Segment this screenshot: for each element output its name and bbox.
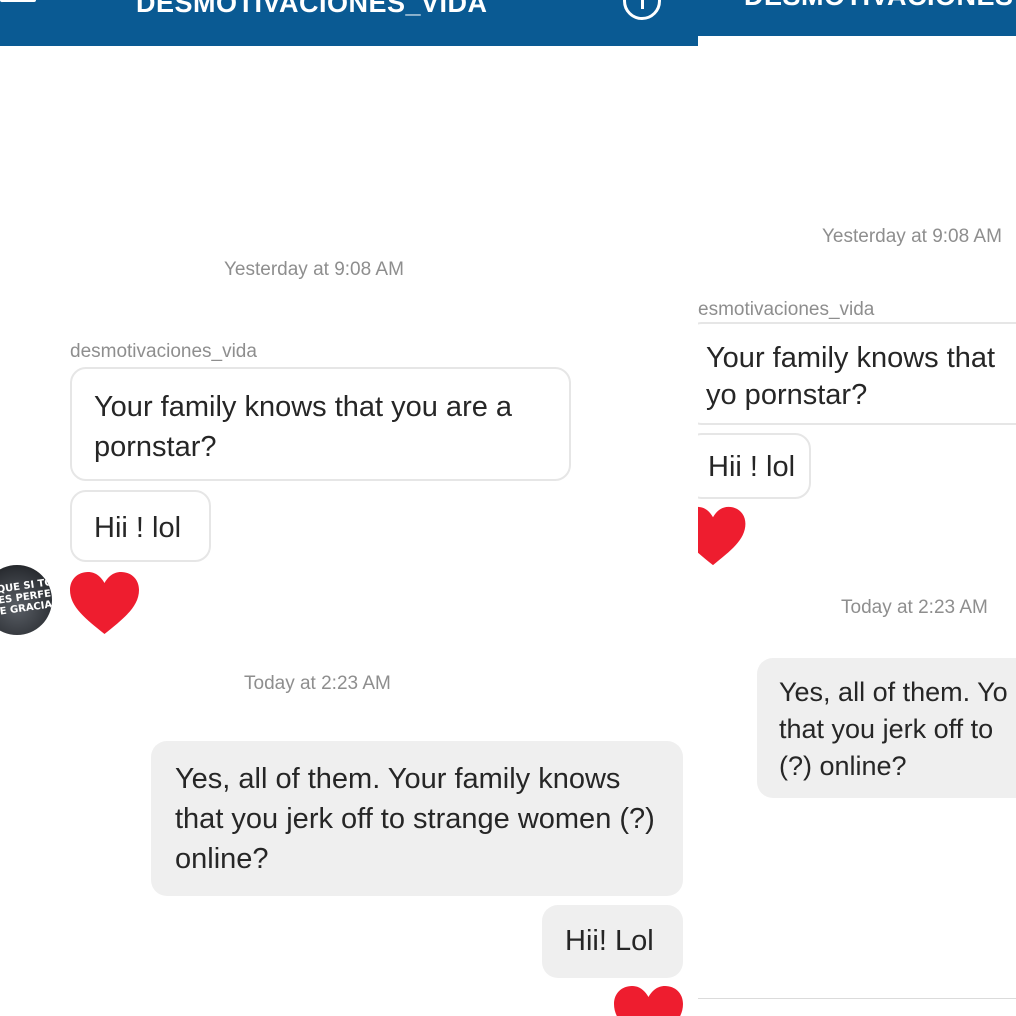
top-navigation-bar: DESMOTIVACIONES_VIDA bbox=[0, 0, 698, 46]
message-text: Yes, all of them. Yo that you jerk off t… bbox=[779, 677, 1008, 781]
composer-divider bbox=[698, 998, 1016, 999]
outgoing-message-bubble: Hii! Lol bbox=[542, 905, 683, 978]
outgoing-message-bubble: Yes, all of them. Your family knows that… bbox=[151, 741, 683, 896]
incoming-message-bubble: Hii ! lol bbox=[70, 490, 211, 562]
message-text: Hii! Lol bbox=[565, 925, 654, 957]
timestamp: Yesterday at 9:08 AM bbox=[224, 259, 404, 280]
avatar-image-text: QUE SI TO ES PERFECTO E GRACIA TIEN bbox=[0, 576, 52, 618]
timestamp: Yesterday at 9:08 AM bbox=[822, 226, 1002, 247]
message-text: Hii ! lol bbox=[708, 451, 796, 483]
incoming-message-bubble: Your family knows that you are a pornsta… bbox=[70, 367, 571, 481]
message-text: Hii ! lol bbox=[94, 512, 182, 544]
avatar[interactable]: QUE SI TO ES PERFECTO E GRACIA TIEN bbox=[0, 565, 52, 635]
conversation-title: DESMOTIVACIONES_VIDA bbox=[136, 0, 488, 18]
heart-icon bbox=[70, 572, 139, 634]
sender-name: desmotivaciones_vida bbox=[70, 341, 257, 362]
message-text: Yes, all of them. Your family knows that… bbox=[175, 763, 655, 875]
incoming-message-bubble: Hii ! lol bbox=[698, 433, 811, 499]
sender-name: esmotivaciones_vida bbox=[698, 299, 875, 320]
heart-icon bbox=[698, 506, 746, 566]
heart-icon bbox=[614, 986, 683, 1016]
left-screenshot-panel: DESMOTIVACIONES_VIDA Yesterday at 9:08 A… bbox=[0, 0, 698, 1016]
incoming-message-bubble: Your family knows that yo pornstar? bbox=[698, 322, 1016, 425]
conversation-title: DESMOTIVACIONES bbox=[744, 0, 1014, 12]
outgoing-message-bubble: Yes, all of them. Yo that you jerk off t… bbox=[757, 658, 1016, 798]
message-text: Your family knows that you are a pornsta… bbox=[94, 391, 513, 463]
message-text: Your family knows that yo pornstar? bbox=[706, 342, 996, 411]
top-navigation-bar: DESMOTIVACIONES bbox=[698, 0, 1016, 36]
timestamp: Today at 2:23 AM bbox=[244, 673, 391, 694]
right-screenshot-panel: DESMOTIVACIONES Yesterday at 9:08 AM esm… bbox=[698, 0, 1016, 1016]
timestamp: Today at 2:23 AM bbox=[841, 597, 988, 618]
back-arrow-icon[interactable] bbox=[0, 0, 40, 14]
info-icon[interactable] bbox=[623, 0, 661, 20]
